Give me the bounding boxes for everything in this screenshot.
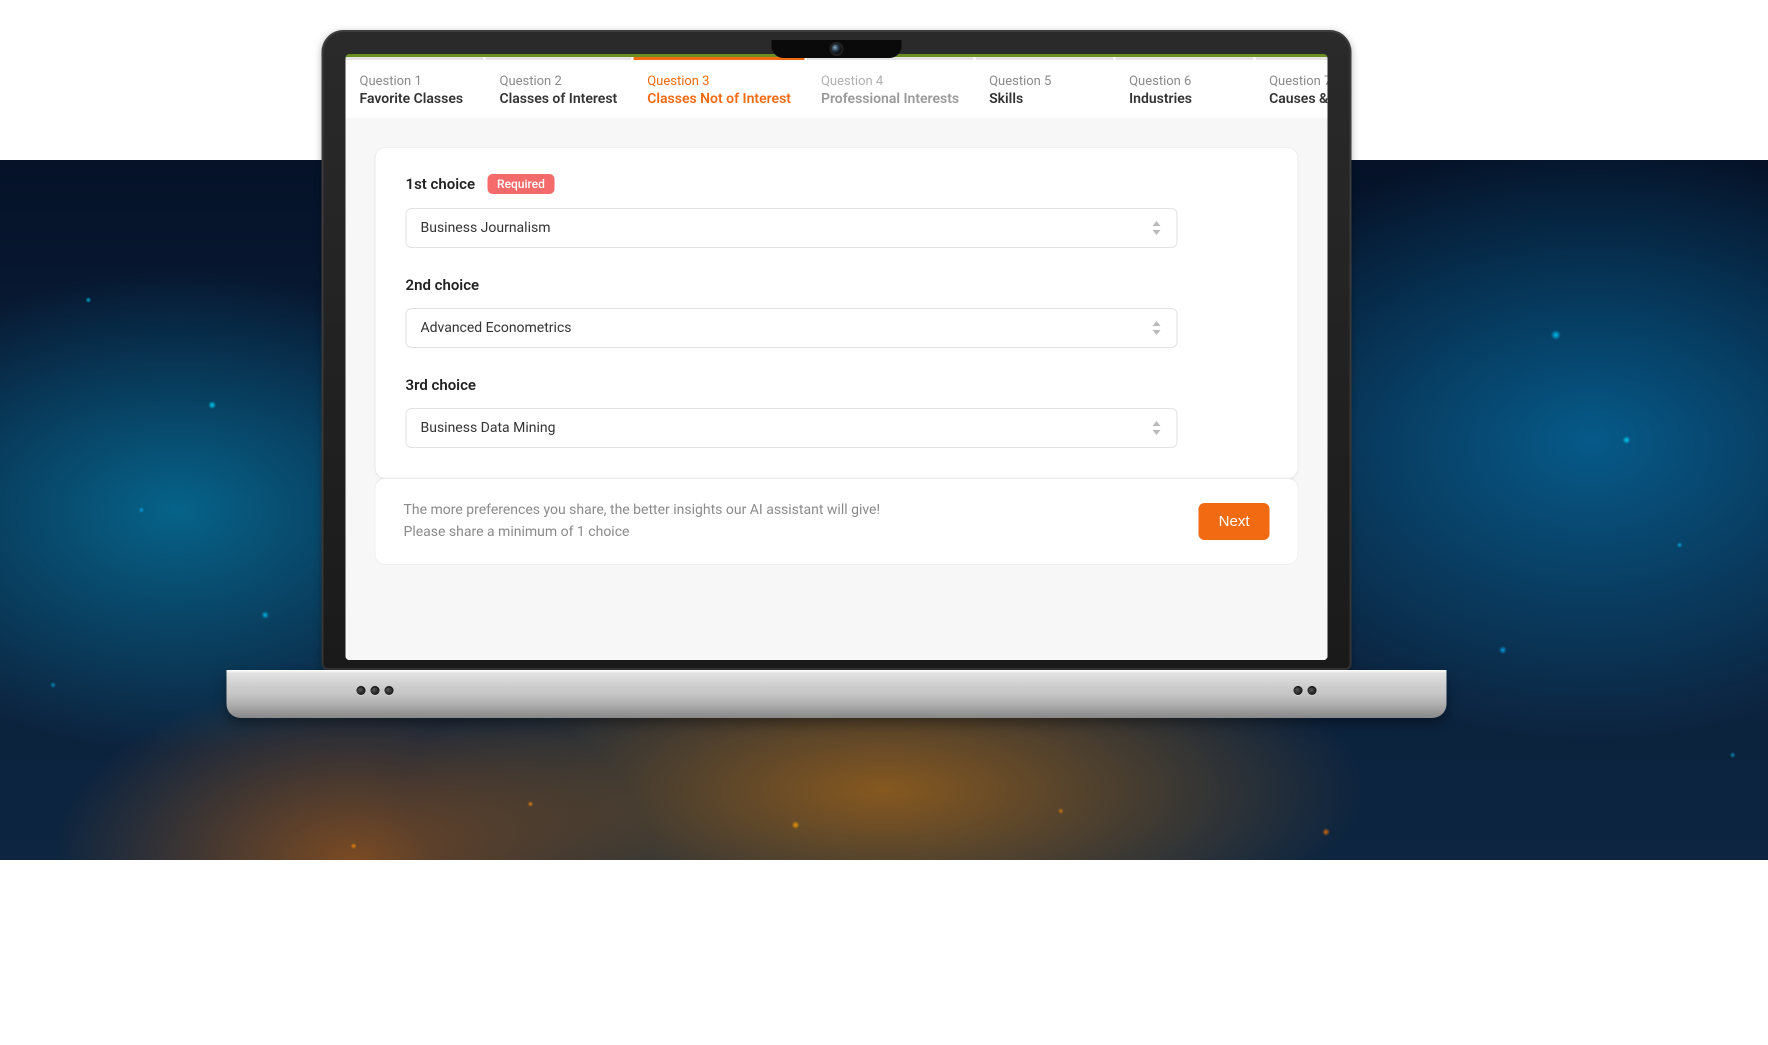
- select-value: Business Journalism: [421, 220, 1153, 236]
- required-badge: Required: [487, 174, 555, 194]
- field-2nd-choice: 2nd choice Advanced Econometrics: [406, 276, 1178, 348]
- select-value: Advanced Econometrics: [421, 320, 1153, 336]
- tab-question-3[interactable]: Question 3 Classes Not of Interest: [633, 57, 805, 117]
- tab-title: Causes &: [1269, 91, 1327, 107]
- tab-number: Question 1: [360, 74, 470, 89]
- app-window: Question 1 Favorite Classes Question 2 C…: [346, 57, 1328, 660]
- tab-title: Classes Not of Interest: [647, 91, 791, 107]
- tab-title: Industries: [1129, 91, 1239, 107]
- field-1st-choice: 1st choice Required Business Journalism: [406, 174, 1178, 248]
- laptop-base: [227, 670, 1447, 718]
- tab-number: Question 2: [500, 74, 618, 89]
- tab-question-1[interactable]: Question 1 Favorite Classes: [346, 57, 484, 117]
- tab-question-4[interactable]: Question 4 Professional Interests: [807, 57, 973, 117]
- tab-title: Classes of Interest: [500, 91, 618, 107]
- tab-number: Question 6: [1129, 74, 1239, 89]
- laptop-frame: Question 1 Favorite Classes Question 2 C…: [322, 30, 1447, 718]
- tab-title: Favorite Classes: [360, 91, 470, 107]
- form-card: 1st choice Required Business Journalism: [376, 148, 1298, 478]
- tab-title: Skills: [989, 91, 1099, 107]
- tab-title: Professional Interests: [821, 91, 959, 107]
- field-label: 3rd choice: [406, 376, 476, 394]
- tab-number: Question 5: [989, 74, 1099, 89]
- field-label: 2nd choice: [406, 276, 480, 294]
- tab-number: Question 4: [821, 74, 959, 89]
- field-label: 1st choice: [406, 175, 476, 193]
- tab-number: Question 3: [647, 74, 791, 89]
- field-3rd-choice: 3rd choice Business Data Mining: [406, 376, 1178, 448]
- tab-question-2[interactable]: Question 2 Classes of Interest: [486, 57, 632, 117]
- next-button[interactable]: Next: [1199, 503, 1270, 540]
- select-3rd-choice[interactable]: Business Data Mining: [406, 408, 1178, 448]
- tab-question-7[interactable]: Question 7 Causes &: [1255, 57, 1327, 117]
- tab-question-6[interactable]: Question 6 Industries: [1115, 57, 1253, 117]
- select-2nd-choice[interactable]: Advanced Econometrics: [406, 308, 1178, 348]
- select-value: Business Data Mining: [421, 420, 1153, 436]
- chevron-updown-icon: [1153, 321, 1163, 335]
- chevron-updown-icon: [1153, 221, 1163, 235]
- chevron-updown-icon: [1153, 421, 1163, 435]
- tab-number: Question 7: [1269, 74, 1327, 89]
- question-tabs: Question 1 Favorite Classes Question 2 C…: [346, 57, 1328, 118]
- webcam-icon: [772, 40, 902, 58]
- tab-question-5[interactable]: Question 5 Skills: [975, 57, 1113, 117]
- form-area: 1st choice Required Business Journalism: [346, 118, 1328, 660]
- form-footer: The more preferences you share, the bett…: [376, 478, 1298, 564]
- footer-help-text: The more preferences you share, the bett…: [404, 499, 881, 544]
- select-1st-choice[interactable]: Business Journalism: [406, 208, 1178, 248]
